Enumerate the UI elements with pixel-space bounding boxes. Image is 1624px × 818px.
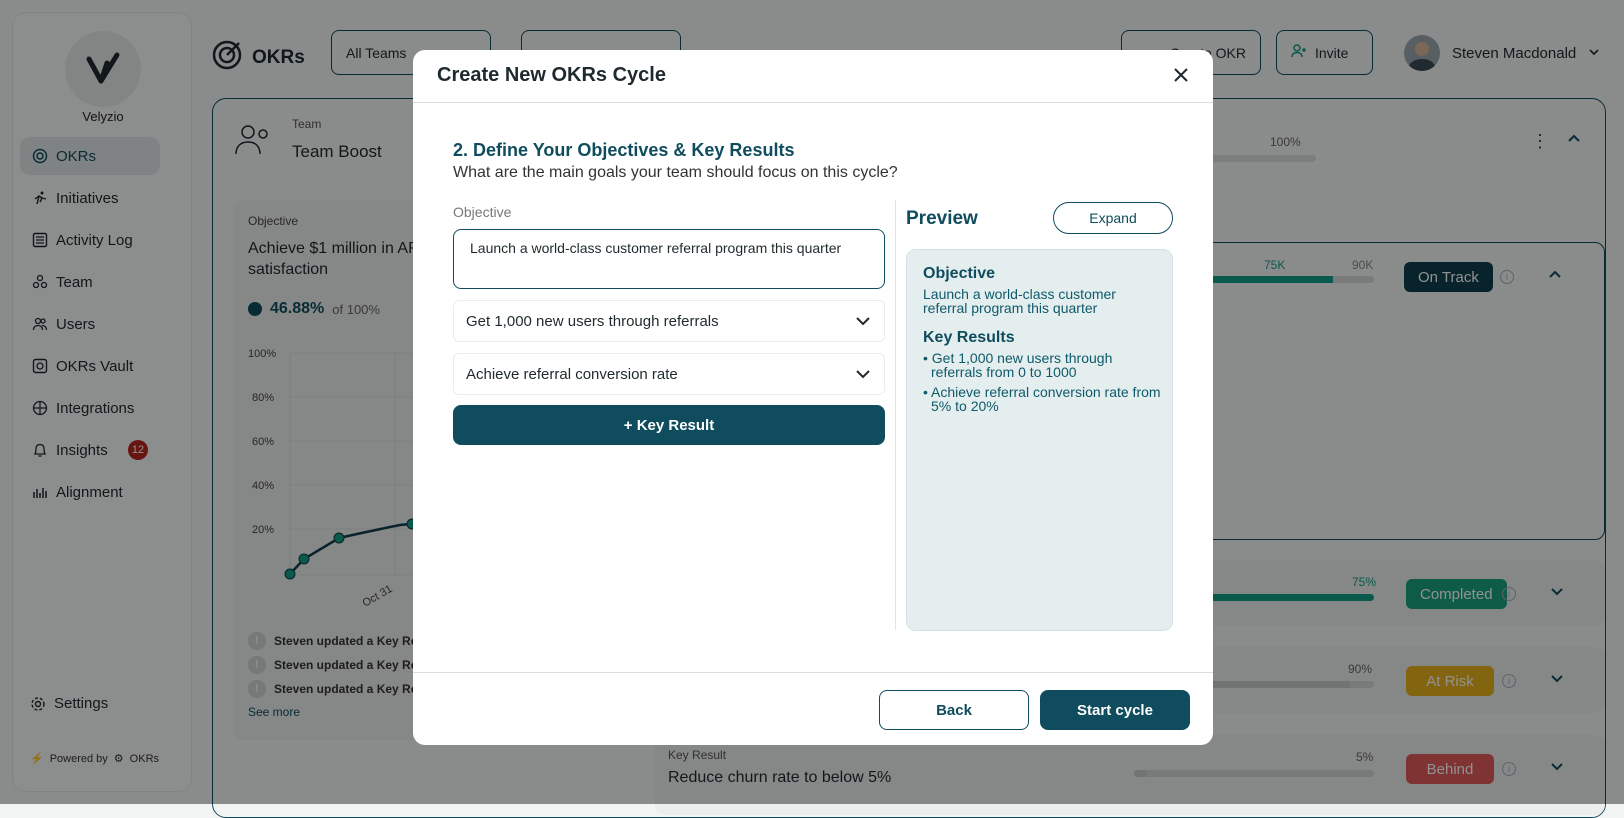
- start-cycle-button[interactable]: Start cycle: [1040, 690, 1190, 730]
- preview-objective-heading: Objective: [923, 265, 996, 282]
- preview-kr-item: • Get 1,000 new users through referrals …: [923, 350, 1113, 380]
- close-icon: [1174, 68, 1188, 82]
- step-subtitle: What are the main goals your team should…: [453, 164, 898, 181]
- chevron-down-icon[interactable]: [854, 312, 872, 330]
- preview-title: Preview: [906, 208, 978, 229]
- column-divider: [895, 200, 896, 630]
- key-result-row[interactable]: Get 1,000 new users through referrals: [453, 300, 885, 342]
- preview-objective-text: Launch a world-class customer referral p…: [923, 286, 1116, 316]
- preview-kr-item: • Achieve referral conversion rate from …: [923, 384, 1161, 414]
- key-result-row[interactable]: Achieve referral conversion rate: [453, 353, 885, 395]
- chevron-down-icon[interactable]: [854, 365, 872, 383]
- close-button[interactable]: [1169, 63, 1193, 87]
- key-result-text: Get 1,000 new users through referrals: [466, 312, 719, 330]
- create-cycle-modal: Create New OKRs Cycle 2. Define Your Obj…: [413, 50, 1213, 745]
- add-key-result-button[interactable]: + Key Result: [453, 405, 885, 445]
- objective-field-label: Objective: [453, 204, 512, 220]
- preview-kr-heading: Key Results: [923, 329, 1015, 346]
- expand-button[interactable]: Expand: [1053, 202, 1173, 234]
- preview-panel: Objective Launch a world-class customer …: [906, 249, 1173, 631]
- key-result-text: Achieve referral conversion rate: [466, 365, 678, 383]
- back-button[interactable]: Back: [879, 690, 1029, 730]
- objective-input[interactable]: Launch a world-class customer referral p…: [453, 229, 885, 289]
- modal-header: Create New OKRs Cycle: [413, 50, 1213, 103]
- modal-title: Create New OKRs Cycle: [437, 64, 666, 86]
- modal-footer-divider: [413, 672, 1213, 673]
- step-title: 2. Define Your Objectives & Key Results: [453, 140, 795, 160]
